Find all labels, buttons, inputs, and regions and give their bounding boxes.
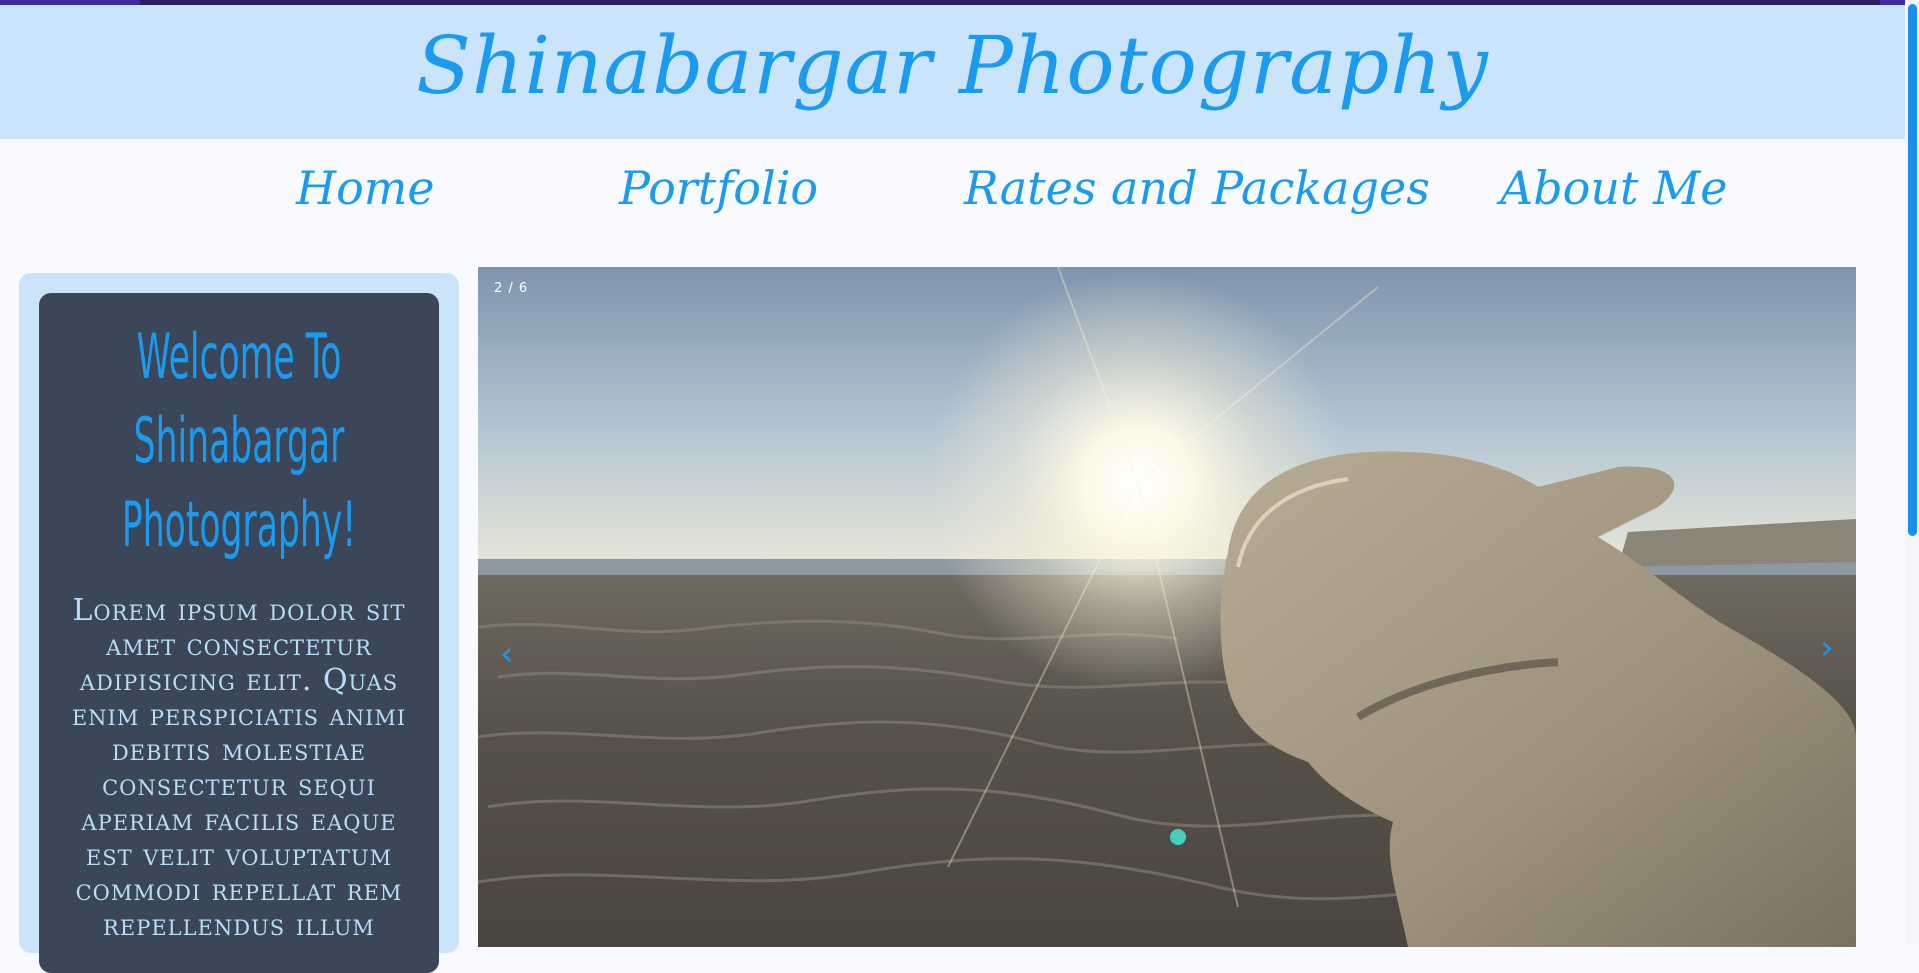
slide-counter: 2 / 6 xyxy=(494,281,529,296)
nav-home[interactable]: Home xyxy=(296,161,435,215)
slide-photo xyxy=(478,267,1856,947)
nav-rates-and-packages[interactable]: Rates and Packages xyxy=(964,161,1430,215)
previous-slide-icon[interactable]: ‹ xyxy=(500,637,514,671)
scrollbar-thumb[interactable] xyxy=(1908,4,1917,536)
next-slide-icon[interactable]: › xyxy=(1820,631,1834,665)
site-header: Shinabargar Photography xyxy=(0,5,1905,139)
nav-portfolio[interactable]: Portfolio xyxy=(619,161,818,215)
welcome-title: Welcome To Shinabargar Photography! xyxy=(121,320,357,561)
welcome-card: Welcome To Shinabargar Photography! Lore… xyxy=(39,293,439,973)
photo-slideshow: 2 / 6 ‹ › xyxy=(478,267,1856,947)
main-nav: Home Portfolio Rates and Packages About … xyxy=(0,139,1905,269)
welcome-text: Lorem ipsum dolor sit amet consectetur a… xyxy=(71,593,407,943)
nav-about-me[interactable]: About Me xyxy=(1500,161,1727,215)
vertical-scrollbar[interactable] xyxy=(1905,0,1919,945)
sidebar: Welcome To Shinabargar Photography! Lore… xyxy=(19,273,459,973)
site-title: Shinabargar Photography xyxy=(416,19,1489,112)
